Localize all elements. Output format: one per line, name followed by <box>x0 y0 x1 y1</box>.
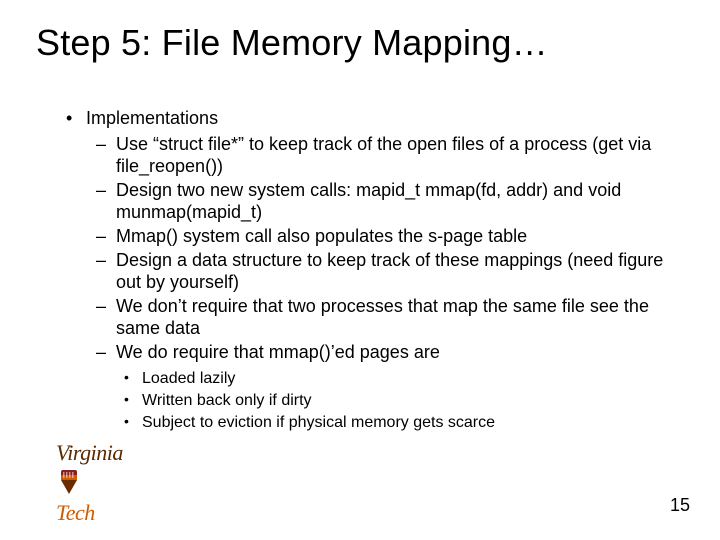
list-item: Subject to eviction if physical memory g… <box>116 413 680 433</box>
l1-heading: Implementations <box>86 108 218 128</box>
bullet-list-l3: Loaded lazily Written back only if dirty… <box>116 369 680 432</box>
shield-icon <box>58 470 80 500</box>
list-item: Use “struct file*” to keep track of the … <box>86 134 680 178</box>
l2-text: We do require that mmap()’ed pages are <box>116 342 440 362</box>
list-item: Design a data structure to keep track of… <box>86 250 680 294</box>
list-item: Mmap() system call also populates the s-… <box>86 226 680 248</box>
list-item: Loaded lazily <box>116 369 680 389</box>
list-item: Implementations Use “struct file*” to ke… <box>60 108 680 432</box>
list-item: We don’t require that two processes that… <box>86 296 680 340</box>
logo-word-tech: Tech <box>56 500 95 525</box>
slide: Step 5: File Memory Mapping… Implementat… <box>0 0 720 540</box>
logo-word-virginia: Virginia <box>56 440 123 465</box>
bullet-list-l1: Implementations Use “struct file*” to ke… <box>60 108 680 432</box>
list-item: We do require that mmap()’ed pages are L… <box>86 342 680 433</box>
bullet-list-l2: Use “struct file*” to keep track of the … <box>86 134 680 432</box>
page-number: 15 <box>670 495 690 516</box>
list-item: Written back only if dirty <box>116 391 680 411</box>
slide-body: Implementations Use “struct file*” to ke… <box>60 108 680 434</box>
list-item: Design two new system calls: mapid_t mma… <box>86 180 680 224</box>
vt-logo: Virginia Tech <box>56 440 123 526</box>
slide-title: Step 5: File Memory Mapping… <box>36 22 700 64</box>
logo-text: Virginia Tech <box>56 440 123 526</box>
